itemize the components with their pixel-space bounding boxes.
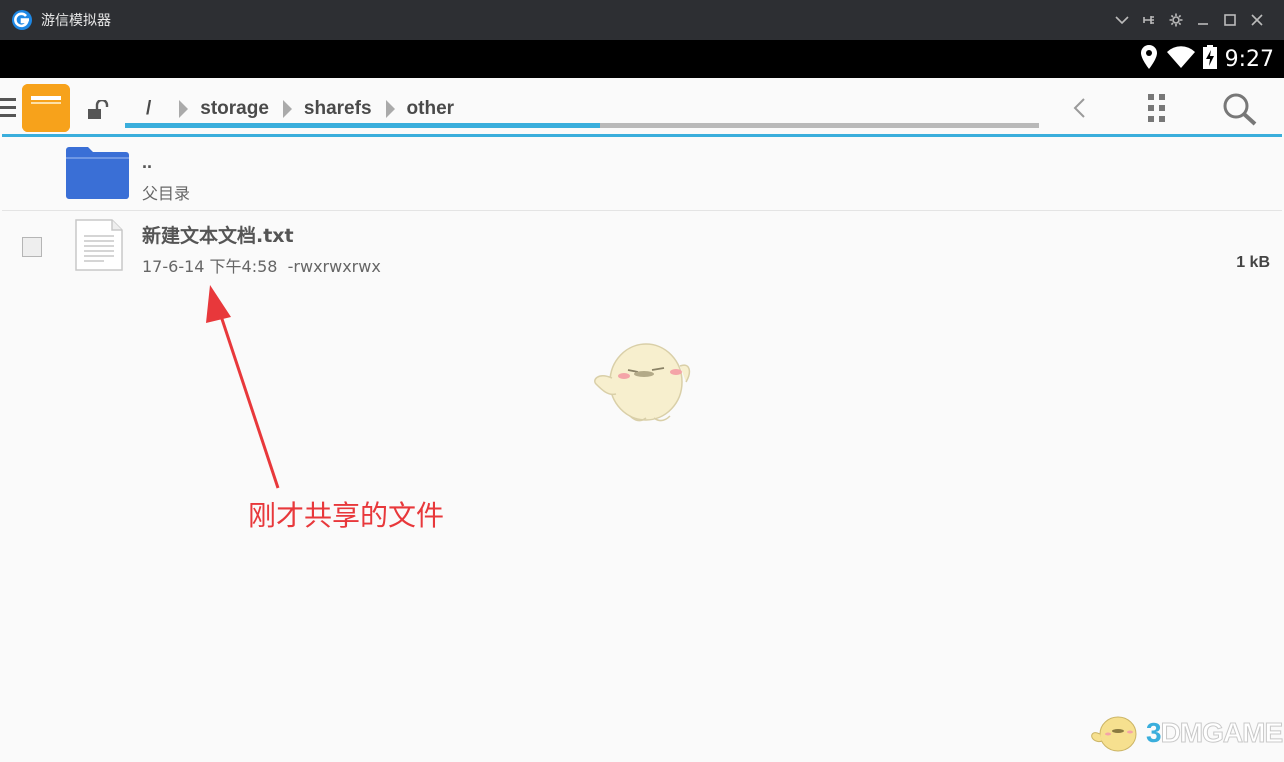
file-date: 17-6-14 下午4:58	[142, 257, 278, 276]
file-manager-toolbar: / storage sharefs other	[0, 78, 1282, 137]
more-options-icon[interactable]	[1145, 92, 1169, 129]
watermark-text: 3DMGAME	[1146, 717, 1284, 749]
window-title: 游信模拟器	[41, 13, 111, 29]
search-icon[interactable]	[1222, 92, 1258, 131]
pin-icon[interactable]	[1135, 0, 1162, 40]
minimize-icon[interactable]	[1189, 0, 1216, 40]
breadcrumb-separator-icon	[179, 100, 189, 118]
list-item-parent-directory[interactable]: .. 父目录	[2, 140, 1282, 211]
location-pin-icon	[1140, 44, 1157, 74]
parent-directory-label: 父目录	[142, 184, 191, 203]
path-scroll-track[interactable]	[125, 123, 1039, 128]
breadcrumb-separator-icon	[282, 100, 292, 118]
breadcrumb-separator-icon	[385, 100, 395, 118]
settings-gear-icon[interactable]	[1162, 0, 1189, 40]
breadcrumb-other[interactable]: other	[403, 98, 459, 120]
wifi-icon	[1166, 45, 1195, 73]
back-chevron-icon[interactable]	[1072, 96, 1086, 125]
android-status-bar: 9:27	[0, 40, 1284, 78]
breadcrumb-sharefs[interactable]: sharefs	[300, 98, 376, 120]
watermark: 3DMGAME	[1088, 712, 1284, 754]
file-list: .. 父目录 新建文本文档.txt 17-6-14 下午4:58 -rwxrwx…	[2, 140, 1282, 291]
breadcrumb-storage[interactable]: storage	[196, 98, 273, 120]
watermark-mascot-icon	[1091, 716, 1137, 752]
breadcrumb-root[interactable]: /	[142, 98, 155, 120]
emulator-logo-icon	[11, 9, 33, 31]
file-meta: 17-6-14 下午4:58 -rwxrwxrwx	[142, 253, 381, 277]
path-scroll-fill	[125, 123, 601, 128]
folder-icon	[66, 146, 130, 205]
file-name: 新建文本文档.txt	[142, 225, 294, 247]
status-icons: 9:27	[1140, 40, 1274, 78]
breadcrumb: / storage sharefs other	[130, 94, 458, 124]
list-item-file[interactable]: 新建文本文档.txt 17-6-14 下午4:58 -rwxrwxrwx 1 k…	[2, 211, 1282, 291]
file-permissions: -rwxrwxrwx	[287, 257, 381, 276]
menu-hamburger-icon[interactable]	[0, 98, 18, 122]
annotation-arrow-icon	[200, 285, 290, 500]
file-manager-app-icon[interactable]	[22, 84, 70, 132]
file-select-checkbox[interactable]	[22, 237, 42, 257]
dropdown-chevron-icon[interactable]	[1108, 0, 1135, 40]
annotation-label: 刚才共享的文件	[248, 499, 445, 532]
parent-directory-name: ..	[142, 152, 153, 172]
empty-mascot-icon	[590, 336, 694, 431]
battery-charging-icon	[1202, 44, 1217, 74]
file-size: 1 kB	[1236, 254, 1270, 271]
maximize-icon[interactable]	[1216, 0, 1243, 40]
status-time: 9:27	[1224, 46, 1274, 72]
emulator-titlebar: 游信模拟器	[0, 0, 1284, 40]
close-icon[interactable]	[1243, 0, 1270, 40]
text-file-icon	[74, 218, 124, 277]
unlock-icon[interactable]	[88, 98, 110, 125]
window-controls	[1108, 0, 1270, 40]
